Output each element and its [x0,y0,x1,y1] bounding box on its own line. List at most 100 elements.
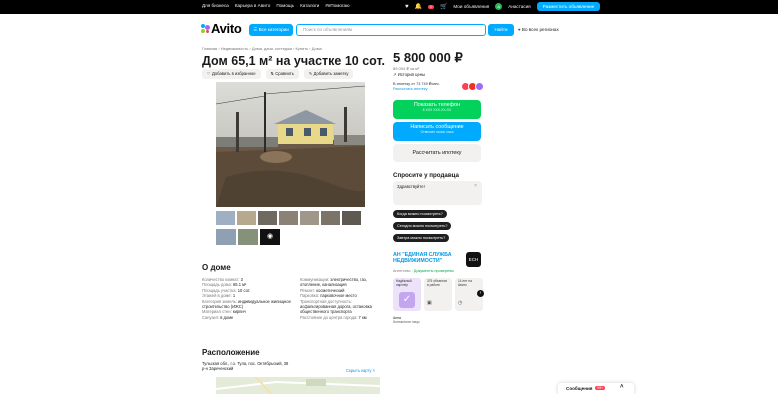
quick-question-chip[interactable]: Когда можно посмотреть? [393,210,447,218]
add-note-button[interactable]: ✎ Добавить заметку [303,69,354,79]
price-history-link[interactable]: ↗ История цены [393,72,425,77]
top-link[interactable]: Помощь [276,3,294,8]
quick-question-chip[interactable]: Завтра можно посмотреть? [393,234,450,242]
heart-icon[interactable]: ♥ [405,3,409,11]
param-key: Расстояние до центра города: [300,314,358,320]
add-to-favorites-button[interactable]: ♡ Добавить в избранное [202,69,261,79]
agency-badges: Надёжный партнёр ✓ 375 объектов в работе ▣… [393,278,483,311]
region-label: Во всех регионах [521,27,559,32]
map-image [216,377,380,394]
quick-question-chip[interactable]: Сегодня можно посмотреть? [393,222,452,230]
param-key: Санузел: [202,314,220,320]
badge-text: 14 лет на Авито [458,279,472,287]
about-heading: О доме [202,263,231,272]
contact-person: Анна Контактное лицо [393,316,419,324]
param-key: Материал стен: [202,309,232,315]
chevron-right-icon[interactable]: › [477,290,484,297]
compare-button[interactable]: ⇅ Сравнить [265,69,299,79]
param-value: 7 км [358,314,367,320]
agency-logo[interactable]: ЕСН [466,252,481,267]
close-icon[interactable]: × [474,183,477,189]
location-map[interactable] [216,377,380,394]
avatar[interactable]: А [495,3,503,10]
param-key: Площадь участка: [202,287,237,293]
photo-thumbnail[interactable] [237,211,256,225]
badge-card[interactable]: Надёжный партнёр ✓ [393,278,421,311]
ask-seller-input[interactable]: Здравствуйте! × [393,181,482,205]
bell-icon[interactable]: 🔔 [415,3,422,11]
params-column-1: Количество комнат: 3 Площадь дома: 65.1 … [202,277,298,320]
param-row: Транспортная доступность: асфальтированн… [300,299,382,315]
photo-thumbnail[interactable] [238,229,258,245]
top-links: Для бизнеса Карьера в Авито Помощь Катал… [202,3,350,8]
district-line: р-н Зареченский [202,366,234,372]
param-key: Транспортная доступность: [300,298,353,304]
main-photo[interactable] [216,82,365,207]
params-column-2: Коммуникации: электричество, газ, отопле… [300,277,382,320]
agency-status: · Документы проверены [411,269,454,273]
search-input[interactable]: Поиск по объявлениям [296,24,486,36]
hide-map-link[interactable]: Скрыть карту ˄ [346,368,375,373]
top-link[interactable]: Каталоги [300,3,319,8]
top-bar: Для бизнеса Карьера в Авито Помощь Катал… [0,0,778,14]
clock-icon: ◷ [458,300,463,307]
location-pin-icon: ⌖ [518,27,521,32]
photo-thumbnail[interactable] [342,211,361,225]
bank-logo-icon [475,82,484,91]
bank-logos [461,82,484,91]
photo-thumbnail[interactable] [300,211,319,225]
mortgage-note-link[interactable]: Рассчитать ипотеку [393,87,463,92]
house-icon: ▣ [427,300,432,307]
action-label: Добавить в избранное [211,71,256,76]
photo-thumbnail[interactable] [321,211,340,225]
chart-icon: ↗ [393,72,397,77]
avito-logo[interactable]: Avito [201,21,242,36]
top-link[interactable]: Для бизнеса [202,3,229,8]
logo-dots-icon [201,24,210,34]
my-ads-link[interactable]: Мои объявления [453,4,489,9]
all-categories-label: Все категории [258,27,289,32]
mortgage-label: Рассчитать ипотеку [412,150,462,156]
listing-actions: ♡ Добавить в избранное ⇅ Сравнить ✎ Доба… [202,69,354,79]
note-icon: ✎ [308,71,313,76]
price: 5 800 000 ₽ [393,50,463,65]
notif-badge: 1 [428,4,434,9]
top-link[interactable]: Карьера в Авито [235,3,271,8]
location-heading: Расположение [202,348,260,357]
param-value: косметический [316,287,345,293]
agency-type: Агентство [393,269,411,273]
photo-thumbnail[interactable] [216,229,236,245]
messages-panel[interactable]: Сообщения 99+ ˄ [558,383,634,394]
param-value: 1 [232,293,236,299]
top-user-area: ♥ 🔔 1 🛒 Мои объявления А Анастасия Разме… [405,2,601,11]
find-button[interactable]: Найти [488,24,514,36]
photo-thumbnail[interactable] [279,211,298,225]
show-phone-button[interactable]: Показать телефон 8 XXX XXX-XX-XX [393,100,481,119]
action-label: Добавить заметку [313,71,349,76]
post-ad-button[interactable]: Разместить объявление [536,2,601,11]
camera-icon[interactable]: ◉ [260,229,280,245]
param-value: 10 сот. [237,287,251,293]
param-value: 65.1 м² [233,282,247,288]
breadcrumb[interactable]: Главная › Недвижимость › Дома, дачи, кот… [202,46,322,51]
all-categories-button[interactable]: ☰ Все категории [249,24,293,36]
write-message-button[interactable]: Написать сообщение Отвечает около часа [393,122,481,141]
photo-thumbnail[interactable] [216,211,235,225]
agency-name[interactable]: АН "ЕДИНАЯ СЛУЖБА НЕДВИЖИМОСТИ" [393,252,471,264]
badge-text: Надёжный партнёр [396,279,412,287]
messages-count-badge: 99+ [595,386,606,390]
param-row: Категория земель: индивидуальное жилищно… [202,299,298,310]
region-selector[interactable]: ⌖ Во всех регионах [518,27,559,32]
price-per-meter: 89 094 ₽ за м² [393,66,420,71]
top-link[interactable]: #яПомогаю [325,3,349,8]
user-menu[interactable]: Анастасия [508,4,530,9]
badge-card[interactable]: 375 объектов в работе ▣ [424,278,452,311]
mortgage-button[interactable]: Рассчитать ипотеку [393,144,481,162]
param-key: Коммуникации: [300,277,330,282]
messages-label: Сообщения [566,386,593,391]
cart-icon[interactable]: 🛒 [440,3,447,11]
param-key: Количество комнат: [202,277,240,282]
house-photo-image [216,82,365,207]
chevron-up-icon[interactable]: ˄ [620,384,624,390]
photo-thumbnail[interactable] [258,211,277,225]
